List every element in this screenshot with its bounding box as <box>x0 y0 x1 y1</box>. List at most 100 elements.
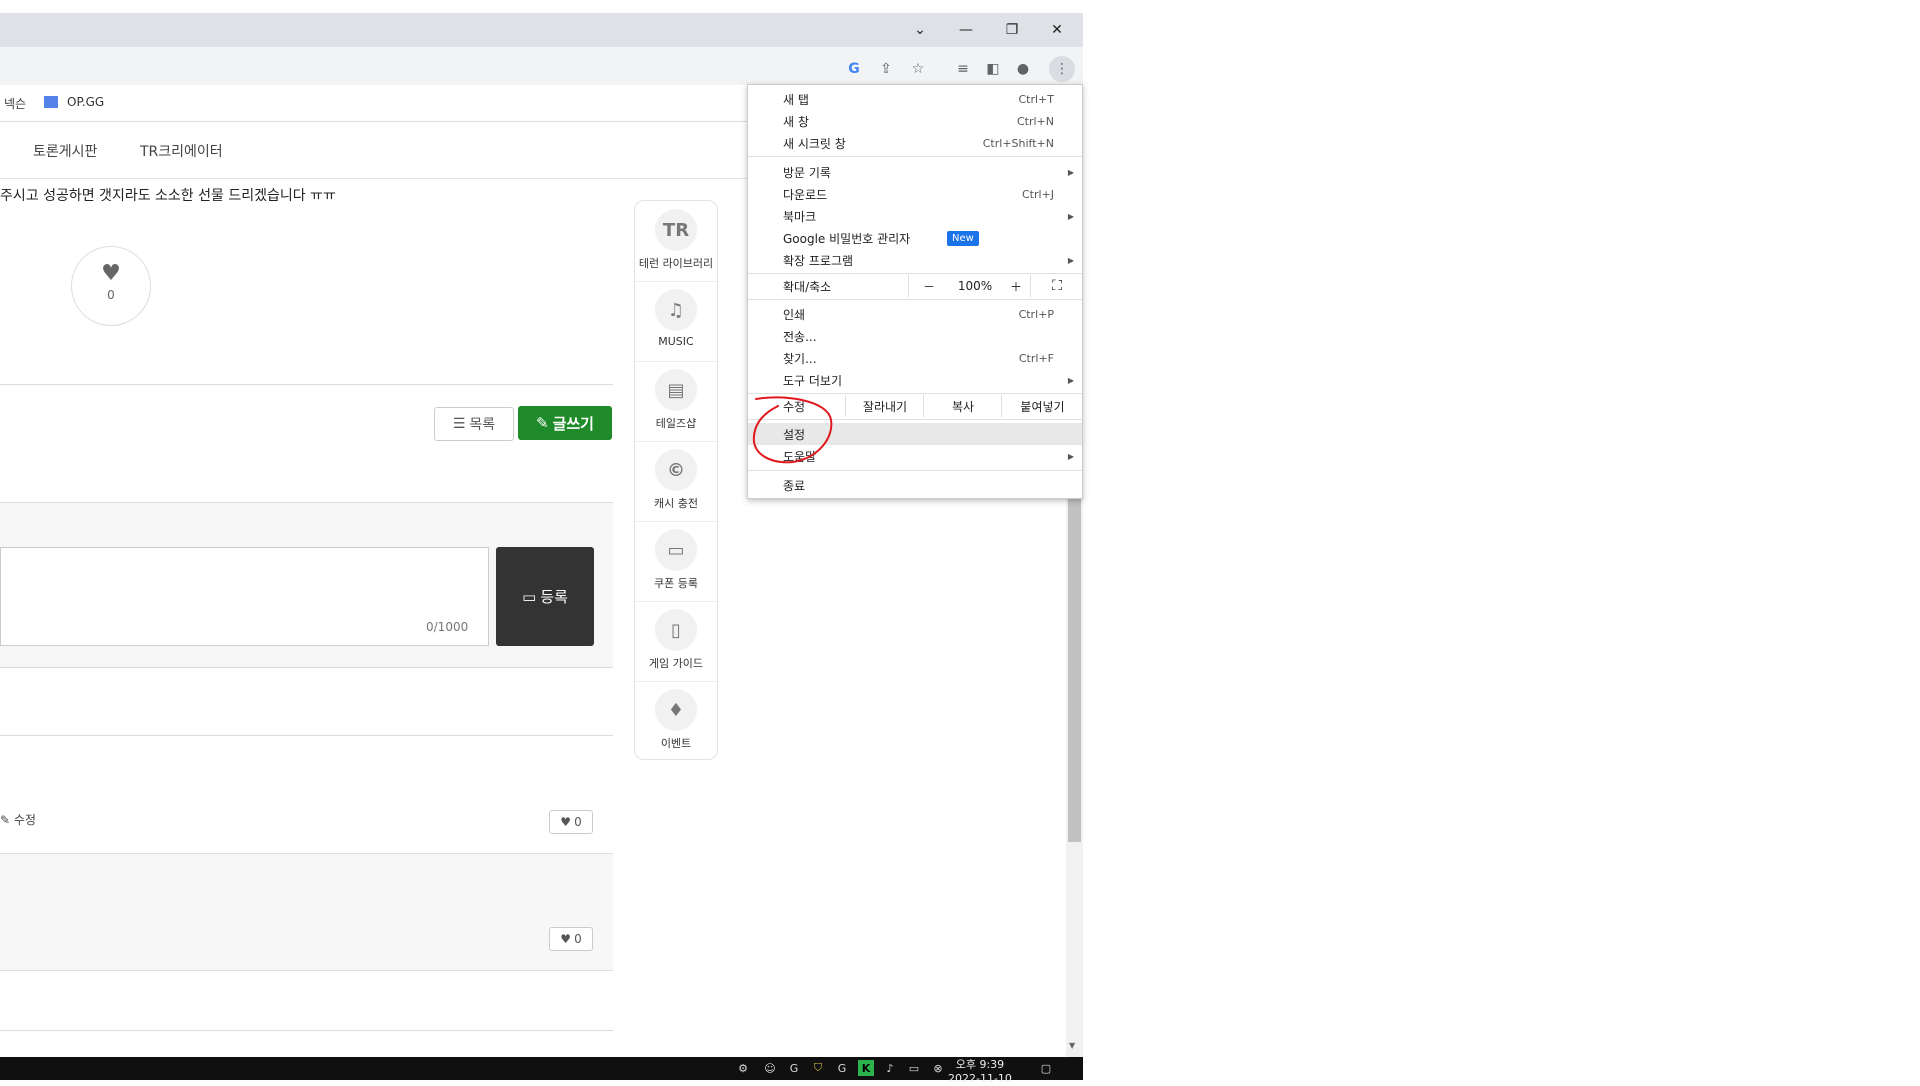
submenu-arrow-icon: ▶ <box>1067 255 1074 265</box>
menu-label: 확대/축소 <box>783 279 832 294</box>
kakao-icon[interactable]: K <box>858 1060 874 1076</box>
reading-list-icon[interactable]: ≡ <box>952 58 974 80</box>
menu-label: 다운로드 <box>783 187 828 202</box>
menu-shortcut: Ctrl+N <box>1016 114 1054 128</box>
menu-print[interactable]: 인쇄 Ctrl+P <box>748 303 1082 325</box>
discord-icon[interactable]: ☺ <box>762 1060 778 1076</box>
post-text: 주시고 성공하면 갯지라도 소소한 선물 드리겠습니다 ㅠㅠ <box>0 188 336 204</box>
close-circle-icon[interactable]: ⊗ <box>930 1060 946 1076</box>
music-icon: ♫ <box>655 289 697 331</box>
grammarly-icon[interactable]: G <box>834 1060 850 1076</box>
bookmark-opgg[interactable]: OP.GG <box>67 95 104 109</box>
taskbar-clock[interactable]: 오후 9:39 2022-11-10 <box>948 1058 1012 1086</box>
menu-find[interactable]: 찾기... Ctrl+F <box>748 347 1082 369</box>
menu-shortcut: Ctrl+Shift+N <box>982 136 1054 150</box>
submenu-arrow-icon: ▶ <box>1067 211 1074 221</box>
share-icon[interactable]: ⇪ <box>875 58 897 80</box>
copyright-icon: © <box>655 449 697 491</box>
sidebar-item-label: 쿠폰 등록 <box>654 577 698 590</box>
side-panel-icon[interactable]: ◧ <box>982 58 1004 80</box>
menu-label: 새 탭 <box>783 92 809 107</box>
sidebar-item-label: 게임 가이드 <box>648 657 704 670</box>
menu-shortcut: Ctrl+F <box>1018 351 1054 365</box>
sidebar-item-cash[interactable]: © 캐시 충전 <box>635 441 717 522</box>
scroll-down-arrow-icon[interactable]: ▼ <box>1069 1041 1075 1050</box>
fullscreen-icon[interactable]: ⛶ <box>1030 275 1083 297</box>
app-g-icon[interactable]: G <box>786 1060 802 1076</box>
sidebar-item-event[interactable]: ♦ 이벤트 <box>635 681 717 761</box>
volume-icon[interactable]: ♪ <box>882 1060 898 1076</box>
scrollbar-thumb[interactable] <box>1068 498 1081 842</box>
list-button[interactable]: ☰ 목록 <box>434 407 514 441</box>
zoom-out-button[interactable]: － <box>908 275 949 297</box>
menu-label: 찾기... <box>783 351 817 366</box>
google-icon[interactable]: G <box>843 58 865 80</box>
write-button[interactable]: ✎ 글쓰기 <box>518 406 612 440</box>
menu-label: 전송... <box>783 329 817 344</box>
submenu-arrow-icon: ▶ <box>1067 167 1074 177</box>
zoom-in-button[interactable]: ＋ <box>1002 275 1030 297</box>
menu-label: 인쇄 <box>783 307 806 322</box>
notification-icon[interactable]: ▢ <box>1038 1060 1054 1076</box>
menu-cast[interactable]: 전송... <box>748 325 1082 347</box>
post-like-button[interactable]: ♥ 0 <box>71 246 151 326</box>
sidebar-item-shop[interactable]: ▤ 테일즈샵 <box>635 361 717 442</box>
menu-dots-icon[interactable]: ⋮ <box>1049 56 1075 82</box>
menu-separator <box>748 156 1082 157</box>
sidebar-item-library[interactable]: TR 테런 라이브러리 <box>635 201 717 282</box>
menu-exit[interactable]: 종료 <box>748 474 1082 496</box>
menu-shortcut: Ctrl+T <box>1018 92 1054 106</box>
edit-icon: ✎ <box>536 414 549 432</box>
menu-more-tools[interactable]: 도구 더보기 ▶ <box>748 369 1082 391</box>
bookmark-nexon[interactable]: 넥슨 <box>4 95 26 112</box>
sidebar-item-label: 테런 라이브러리 <box>638 257 714 270</box>
divider <box>0 735 613 736</box>
menu-password-manager[interactable]: Google 비밀번호 관리자 New <box>748 227 1082 249</box>
sidebar-item-coupon[interactable]: ▭ 쿠폰 등록 <box>635 521 717 602</box>
book-icon: ▯ <box>655 609 697 651</box>
nav-item-creator[interactable]: TR크리에이터 <box>140 141 223 161</box>
sidebar-item-label: 이벤트 <box>660 737 692 750</box>
menu-extensions[interactable]: 확장 프로그램 ▶ <box>748 249 1082 271</box>
menu-incognito[interactable]: 새 시크릿 창 Ctrl+Shift+N <box>748 132 1082 154</box>
restore-button[interactable]: ❐ <box>995 16 1029 44</box>
menu-new-tab[interactable]: 새 탭 Ctrl+T <box>748 88 1082 110</box>
shield-icon[interactable]: ⛉ <box>810 1060 826 1076</box>
menu-new-window[interactable]: 새 창 Ctrl+N <box>748 110 1082 132</box>
comment-like-button[interactable]: ♥ 0 <box>549 810 593 834</box>
minimize-button[interactable]: — <box>949 16 983 44</box>
menu-downloads[interactable]: 다운로드 Ctrl+J <box>748 183 1082 205</box>
cut-button[interactable]: 잘라내기 <box>845 395 924 417</box>
star-icon[interactable]: ☆ <box>907 58 929 80</box>
close-button[interactable]: ✕ <box>1040 16 1074 44</box>
paste-button[interactable]: 붙여넣기 <box>1001 395 1083 417</box>
new-badge: New <box>947 230 979 246</box>
comment-edit-label: 수정 <box>13 813 36 827</box>
register-comment-button[interactable]: ▭ 등록 <box>496 547 594 646</box>
comment-like-count: 0 <box>574 815 582 829</box>
menu-history[interactable]: 방문 기록 ▶ <box>748 161 1082 183</box>
register-button-label: 등록 <box>540 588 568 606</box>
reply-like-button[interactable]: ♥ 0 <box>549 927 593 951</box>
tab-search-icon[interactable]: ⌄ <box>903 16 937 44</box>
edit-icon: ✎ <box>0 813 11 827</box>
sidebar-item-guide[interactable]: ▯ 게임 가이드 <box>635 601 717 682</box>
profile-icon[interactable]: ● <box>1012 58 1034 80</box>
menu-zoom-row: 확대/축소 － 100% ＋ ⛶ <box>748 275 1082 297</box>
menu-bookmarks[interactable]: 북마크 ▶ <box>748 205 1082 227</box>
list-icon: ☰ <box>452 416 466 432</box>
menu-label: 북마크 <box>783 209 817 224</box>
coupon-icon: ▭ <box>655 529 697 571</box>
clock-date: 2022-11-10 <box>948 1072 1012 1085</box>
comment-textarea[interactable] <box>0 547 489 646</box>
nav-item-debate[interactable]: 토론게시판 <box>33 141 97 161</box>
shop-icon: ▤ <box>655 369 697 411</box>
post-like-count: 0 <box>107 288 115 302</box>
copy-button[interactable]: 복사 <box>923 395 1002 417</box>
network-icon[interactable]: ▭ <box>906 1060 922 1076</box>
menu-separator <box>748 273 1082 274</box>
sidebar-item-music[interactable]: ♫ MUSIC <box>635 281 717 362</box>
comment-edit-link[interactable]: ✎ 수정 <box>0 811 36 828</box>
site-nav <box>0 122 750 179</box>
steam-icon[interactable]: ⚙ <box>735 1060 751 1076</box>
